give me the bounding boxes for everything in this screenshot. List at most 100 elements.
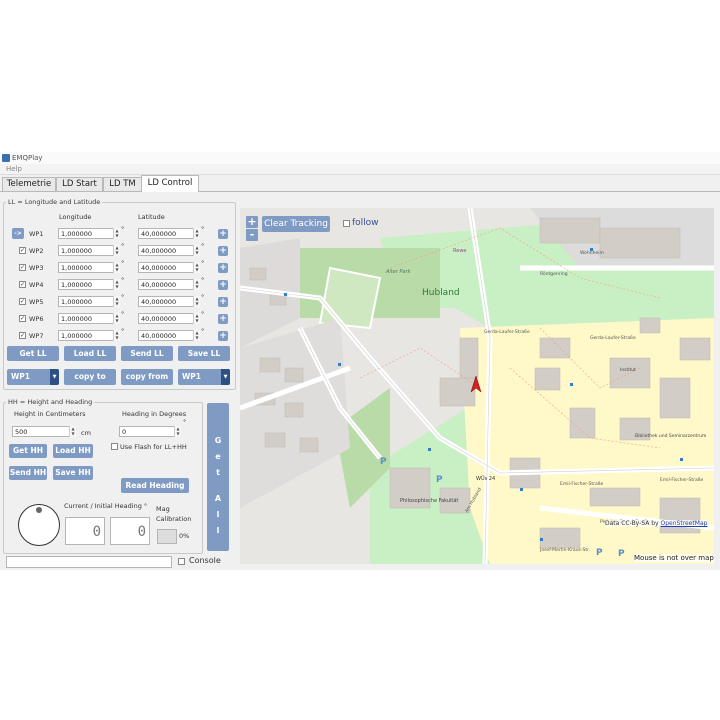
- longitude-input[interactable]: 1,000000: [58, 296, 120, 307]
- latitude-spinner[interactable]: ▲ ▼: [193, 313, 200, 324]
- longitude-spinner[interactable]: ▲ ▼: [113, 330, 120, 341]
- wp-label: WP1: [29, 230, 44, 238]
- map-view[interactable]: P P P P Hubland Alter Park Rewe Gerda-Lauf…: [240, 208, 714, 564]
- heading-degree-symbol: °: [183, 418, 187, 426]
- latitude-input[interactable]: 40,000000: [138, 313, 200, 324]
- map-label-emilfischer-2: Emil-Fischer-Straße: [660, 478, 704, 483]
- wp-enable-checkbox[interactable]: ✓: [19, 298, 26, 305]
- tab-ld-tm[interactable]: LD TM: [103, 177, 142, 191]
- latitude-spinner[interactable]: ▲ ▼: [193, 330, 200, 341]
- tab-telemetrie[interactable]: Telemetrie: [2, 177, 56, 191]
- initial-heading-display: 0: [110, 517, 150, 545]
- wp-add-button[interactable]: +: [218, 246, 228, 256]
- latitude-input[interactable]: 40,000000: [138, 245, 200, 256]
- wp-add-button[interactable]: +: [218, 263, 228, 273]
- send-hh-button[interactable]: Send HH: [9, 466, 47, 480]
- send-ll-button[interactable]: Send LL: [121, 346, 173, 361]
- wp-add-button[interactable]: +: [218, 297, 228, 307]
- save-ll-button[interactable]: Save LL: [178, 346, 230, 361]
- set-position-button[interactable]: ->: [12, 228, 24, 239]
- heading-dial[interactable]: [18, 504, 60, 546]
- longitude-input[interactable]: 1,000000: [58, 279, 120, 290]
- wp-enable-checkbox[interactable]: ✓: [19, 332, 26, 339]
- zoom-in-button[interactable]: +: [246, 216, 258, 228]
- mag-label: Mag: [156, 505, 170, 513]
- longitude-input[interactable]: 1,000000: [58, 228, 120, 239]
- height-label: Height in Centimeters: [14, 410, 86, 418]
- save-hh-button[interactable]: Save HH: [53, 466, 93, 480]
- height-spinner[interactable]: ▲ ▼: [69, 426, 76, 437]
- wp-enable-checkbox[interactable]: ✓: [19, 264, 26, 271]
- longitude-input[interactable]: 1,000000: [58, 330, 120, 341]
- longitude-spinner[interactable]: ▲ ▼: [113, 296, 120, 307]
- latitude-spinner[interactable]: ▲ ▼: [193, 245, 200, 256]
- longitude-degree: °: [121, 310, 125, 318]
- wp-enable-checkbox[interactable]: ✓: [19, 247, 26, 254]
- latitude-value: 40,000000: [141, 247, 177, 255]
- latitude-input[interactable]: 40,000000: [138, 279, 200, 290]
- zoom-out-button[interactable]: -: [246, 229, 258, 241]
- latitude-spinner[interactable]: ▲ ▼: [193, 279, 200, 290]
- tab-ld-control[interactable]: LD Control: [141, 175, 199, 192]
- latitude-header: Latitude: [138, 213, 165, 221]
- height-input[interactable]: 500: [12, 426, 76, 437]
- latitude-input[interactable]: 40,000000: [138, 330, 200, 341]
- menu-help[interactable]: Help: [6, 164, 22, 174]
- wp-enable-checkbox[interactable]: ✓: [19, 315, 26, 322]
- copy-to-button[interactable]: copy to: [64, 369, 116, 385]
- app-icon: [2, 154, 10, 162]
- chevron-down-icon: ▼: [221, 369, 230, 385]
- map-label-rewe: Rewe: [453, 248, 467, 254]
- latitude-spinner[interactable]: ▲ ▼: [193, 262, 200, 273]
- console-input[interactable]: [6, 556, 172, 568]
- map-label-philosophisches: Philosophische Fakultät: [400, 498, 459, 504]
- longitude-spinner[interactable]: ▲ ▼: [113, 262, 120, 273]
- latitude-input[interactable]: 40,000000: [138, 296, 200, 307]
- console-checkbox[interactable]: [178, 558, 185, 565]
- longitude-input[interactable]: 1,000000: [58, 262, 120, 273]
- latitude-input[interactable]: 40,000000: [138, 228, 200, 239]
- wp-add-button[interactable]: +: [218, 314, 228, 324]
- get-hh-button[interactable]: Get HH: [9, 444, 47, 458]
- latitude-degree: °: [201, 310, 205, 318]
- wp-add-button[interactable]: +: [218, 229, 228, 239]
- latitude-value: 40,000000: [141, 281, 177, 289]
- title-bar: EMQPlay: [0, 152, 720, 164]
- wp-label: WP2: [29, 247, 44, 255]
- latitude-spinner[interactable]: ▲ ▼: [193, 296, 200, 307]
- wp-label: WP3: [29, 264, 44, 272]
- longitude-spinner[interactable]: ▲ ▼: [113, 228, 120, 239]
- follow-checkbox[interactable]: [343, 220, 350, 227]
- clear-tracking-button[interactable]: Clear Tracking: [262, 216, 330, 232]
- longitude-input[interactable]: 1,000000: [58, 245, 120, 256]
- longitude-spinner[interactable]: ▲ ▼: [113, 279, 120, 290]
- heading-spinner[interactable]: ▲ ▼: [174, 426, 181, 437]
- latitude-spinner[interactable]: ▲ ▼: [193, 228, 200, 239]
- latitude-degree: °: [201, 293, 205, 301]
- wp-add-button[interactable]: +: [218, 331, 228, 341]
- copy-from-button[interactable]: copy from: [121, 369, 173, 385]
- latitude-input[interactable]: 40,000000: [138, 262, 200, 273]
- use-flash-checkbox[interactable]: [111, 443, 118, 450]
- heading-input[interactable]: 0: [119, 426, 181, 437]
- wp-select-right[interactable]: WP1 ▼: [178, 369, 230, 385]
- read-heading-button[interactable]: Read Heading: [121, 478, 189, 493]
- tab-ld-start[interactable]: LD Start: [56, 177, 103, 191]
- longitude-spinner[interactable]: ▲ ▼: [113, 245, 120, 256]
- longitude-spinner[interactable]: ▲ ▼: [113, 313, 120, 324]
- longitude-header: Longitude: [59, 213, 92, 221]
- wp-enable-checkbox[interactable]: ✓: [19, 281, 26, 288]
- osm-link[interactable]: OpenStreetMap: [661, 520, 708, 527]
- wp-select-left[interactable]: WP1 ▼: [7, 369, 59, 385]
- current-heading-label: Current / Initial Heading °: [64, 502, 148, 510]
- map-label-hubland: Hubland: [422, 288, 460, 298]
- get-all-button[interactable]: GetAll: [207, 403, 229, 551]
- load-hh-button[interactable]: Load HH: [53, 444, 93, 458]
- latitude-degree: °: [201, 259, 205, 267]
- longitude-degree: °: [121, 242, 125, 250]
- load-ll-button[interactable]: Load LL: [64, 346, 116, 361]
- wp-add-button[interactable]: +: [218, 280, 228, 290]
- map-label-alter-park: Alter Park: [386, 269, 411, 275]
- longitude-input[interactable]: 1,000000: [58, 313, 120, 324]
- get-ll-button[interactable]: Get LL: [7, 346, 59, 361]
